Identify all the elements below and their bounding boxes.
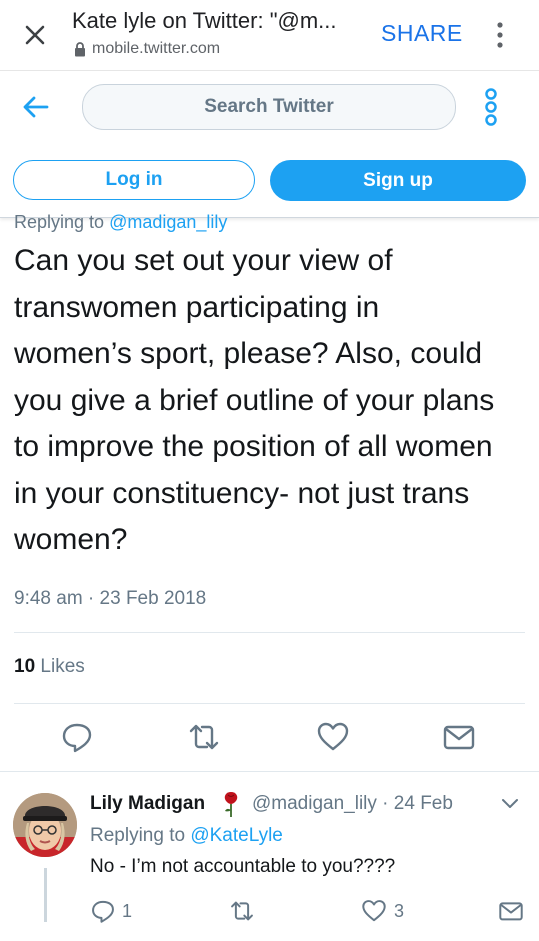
likes-label: Likes bbox=[35, 656, 85, 677]
share-button[interactable]: SHARE bbox=[381, 20, 463, 47]
reply-separator bbox=[0, 771, 539, 772]
signup-button[interactable]: Sign up bbox=[270, 160, 526, 201]
rose-icon bbox=[224, 792, 238, 817]
like-count: 3 bbox=[394, 900, 405, 921]
close-icon[interactable] bbox=[20, 20, 50, 50]
reply-author-name[interactable]: Lily Madigan bbox=[90, 793, 205, 815]
like-heart-icon[interactable] bbox=[316, 720, 350, 754]
tweet-text: Can you set out your view of transwomen … bbox=[14, 244, 495, 556]
tweet-timestamp[interactable]: 9:48 am · 23 Feb 2018 bbox=[14, 588, 206, 610]
login-button[interactable]: Log in bbox=[13, 160, 255, 200]
direct-message-icon bbox=[499, 902, 523, 921]
avatar[interactable] bbox=[13, 793, 77, 857]
more-options-icon[interactable] bbox=[480, 85, 502, 129]
page-title: Kate lyle on Twitter: "@m... bbox=[72, 8, 337, 33]
avatar-image bbox=[13, 793, 77, 857]
reply-icon[interactable] bbox=[60, 720, 94, 754]
chevron-down-icon[interactable] bbox=[500, 796, 520, 812]
lock-icon bbox=[75, 41, 85, 56]
likes-link[interactable]: 10 Likes bbox=[14, 656, 85, 678]
likes-count: 10 bbox=[14, 656, 36, 677]
replying-to-prefix: Replying to bbox=[14, 212, 110, 232]
reply-icon bbox=[92, 900, 114, 923]
url-text: mobile.twitter.com bbox=[92, 40, 221, 57]
page-url: mobile.twitter.com bbox=[74, 40, 220, 58]
browser-bar: Kate lyle on Twitter: "@m... mobile.twit… bbox=[0, 0, 539, 71]
reply-replying-to-line: Replying to @KateLyle bbox=[90, 825, 283, 847]
replying-to-handle-link[interactable]: @madigan_lily bbox=[109, 212, 227, 232]
reply-handle-date[interactable]: @madigan_lily · 24 Feb bbox=[252, 793, 453, 815]
direct-message-icon[interactable] bbox=[442, 720, 476, 754]
search-input[interactable]: Search Twitter bbox=[82, 84, 456, 130]
reply-action-message[interactable] bbox=[497, 897, 525, 925]
back-arrow-icon[interactable] bbox=[20, 91, 52, 123]
retweet-icon[interactable] bbox=[187, 720, 221, 754]
reply-replying-handle-link[interactable]: @KateLyle bbox=[190, 825, 283, 846]
thread-line bbox=[44, 868, 47, 922]
reply-text: No - I’m not accountable to you???? bbox=[90, 856, 396, 877]
replying-to-line: Replying to @madigan_lily bbox=[14, 212, 227, 233]
like-heart-icon bbox=[362, 900, 386, 922]
reply-replying-prefix: Replying to bbox=[90, 825, 191, 846]
overflow-menu-icon[interactable] bbox=[490, 18, 510, 52]
reply-action-reply[interactable]: 1 bbox=[90, 897, 132, 925]
reply-action-like[interactable]: 3 bbox=[360, 897, 404, 925]
divider bbox=[14, 703, 525, 704]
reply-action-retweet[interactable] bbox=[228, 897, 256, 925]
retweet-icon bbox=[231, 901, 253, 921]
divider bbox=[14, 632, 525, 633]
twitter-header: Search Twitter Log in Sign up bbox=[0, 71, 539, 218]
reply-count: 1 bbox=[122, 900, 133, 921]
